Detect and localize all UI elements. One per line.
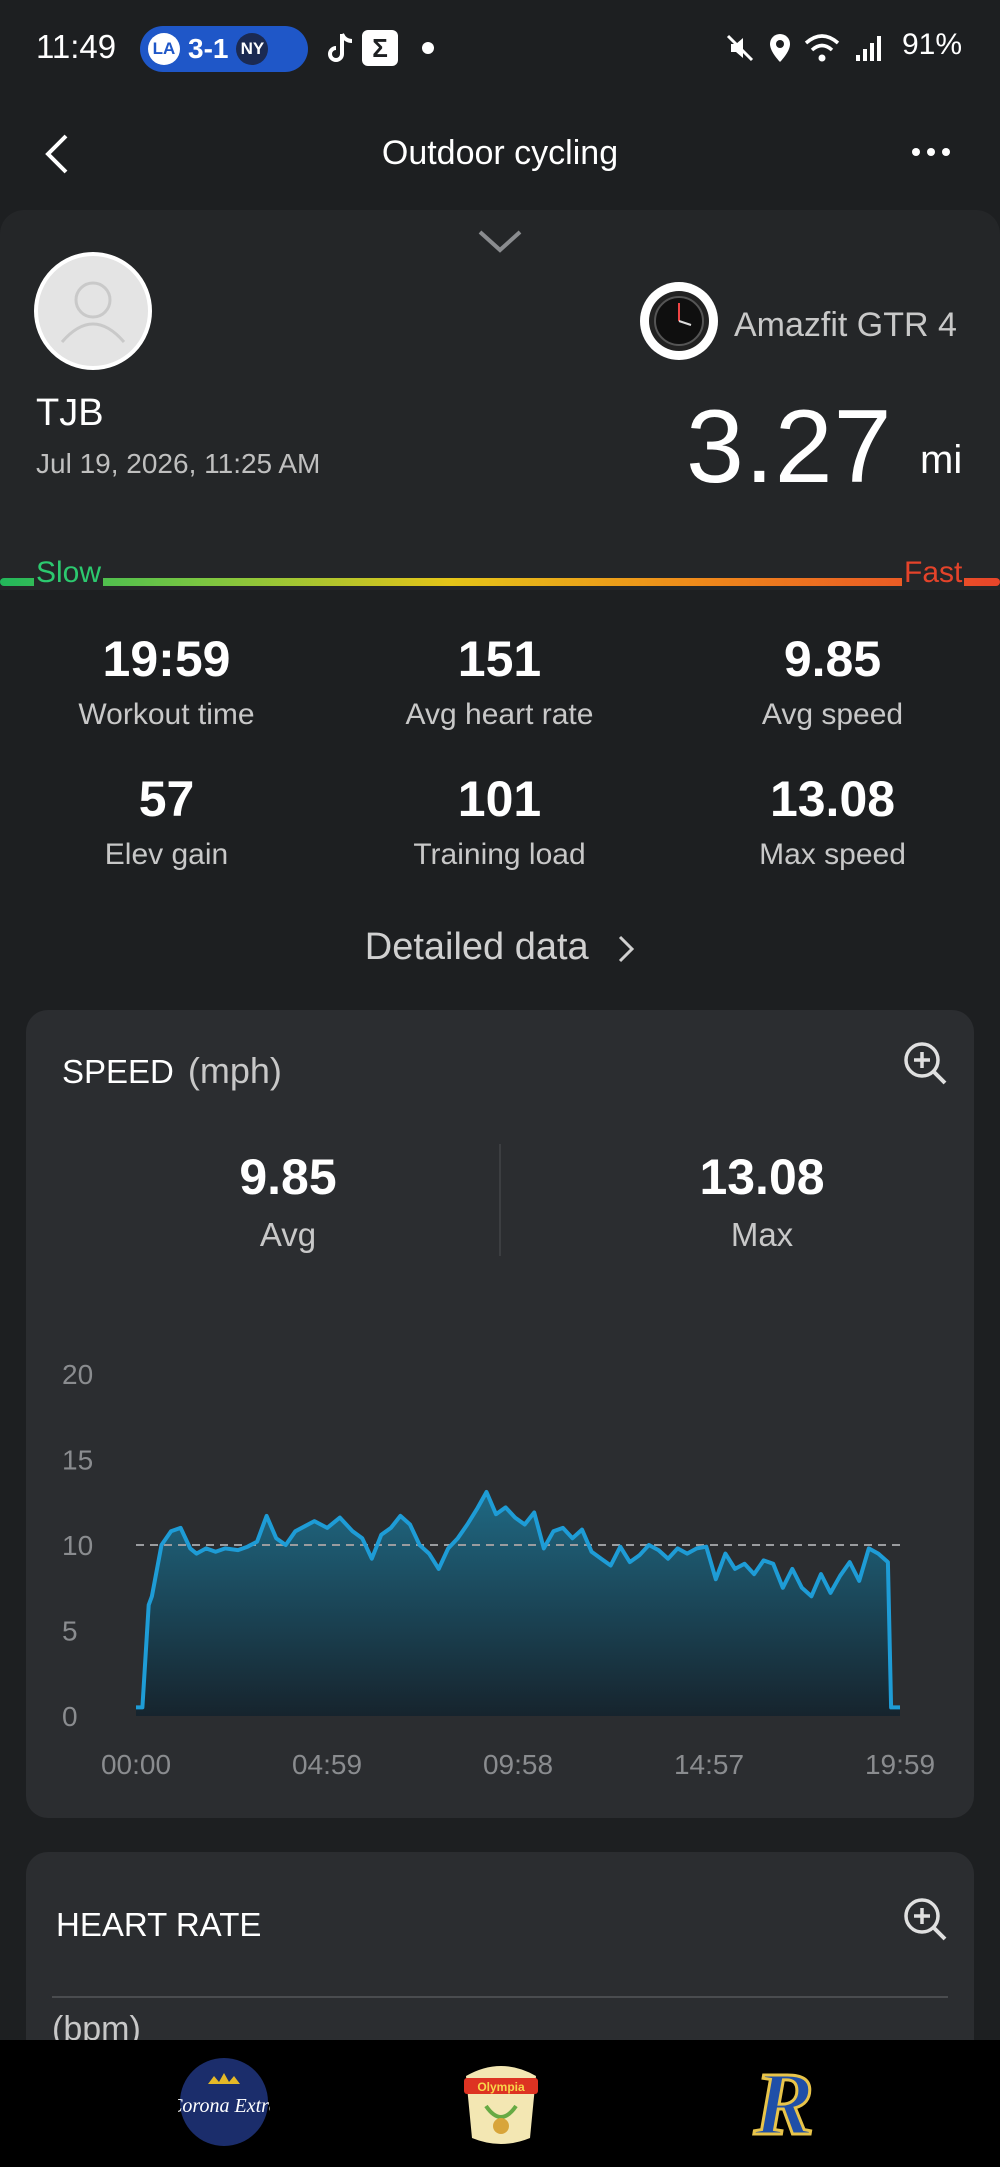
speed-card-title: SPEED (mph): [62, 1050, 282, 1092]
user-name: TJB: [36, 392, 104, 434]
y-tick-label: 5: [62, 1616, 78, 1647]
speed-max: 13.08 Max: [587, 1148, 937, 1254]
detailed-data-label: Detailed data: [364, 926, 589, 968]
ad-banner[interactable]: Corona Extra Olympia R: [0, 2040, 1000, 2167]
user-placeholder-icon: [60, 281, 126, 343]
x-tick-label: 04:59: [292, 1749, 362, 1780]
stat-workout-time: 19:59 Workout time: [0, 630, 333, 732]
speed-avg-label: Avg: [259, 1216, 317, 1253]
speed-chart[interactable]: 0 5 10 15 20 00:00 04:59 09:58 14:57 19:59: [26, 1320, 974, 1790]
stat-avg-speed: 9.85 Avg speed: [666, 630, 999, 732]
stat-max-speed: 13.08 Max speed: [666, 770, 999, 872]
chevron-right-icon: [619, 935, 635, 963]
y-tick-label: 20: [62, 1359, 93, 1390]
stat-value: 13.08: [769, 771, 896, 827]
detailed-data-link[interactable]: Detailed data: [0, 926, 1000, 969]
y-tick-label: 10: [62, 1530, 93, 1561]
x-tick-label: 19:59: [865, 1749, 935, 1780]
workout-date: Jul 19, 2026, 11:25 AM: [36, 448, 321, 479]
notification-dot-icon: [422, 42, 434, 54]
cellular-signal-icon: [852, 30, 888, 66]
zoom-in-icon: [904, 1898, 947, 1941]
distance-value: 3.27: [686, 389, 893, 505]
more-options-button[interactable]: [912, 140, 960, 164]
r-logo-text: R: [753, 2056, 814, 2148]
page-title: Outdoor cycling: [381, 134, 619, 172]
x-tick-label: 09:58: [483, 1749, 553, 1780]
x-tick-label: 00:00: [101, 1749, 171, 1780]
avatar[interactable]: [34, 252, 152, 370]
score-text: 3-1: [188, 33, 229, 64]
speed-avg-value: 9.85: [239, 1149, 337, 1205]
team-logo-away: NY: [236, 33, 269, 65]
speed-area-fill: [136, 1492, 900, 1716]
team-logo-home: LA: [148, 33, 180, 65]
stat-label: Max speed: [759, 838, 906, 871]
pace-fast-label: Fast: [902, 556, 965, 590]
pace-gradient-bar: Slow Fast: [0, 556, 1000, 616]
speed-max-label: Max: [730, 1216, 794, 1253]
stat-value: 151: [457, 631, 542, 687]
pace-slow-label: Slow: [34, 556, 104, 590]
divider: [499, 1144, 501, 1256]
heart-rate-title: HEART RATE: [56, 1906, 262, 1943]
speed-zoom-button[interactable]: [902, 1040, 948, 1086]
corona-logo[interactable]: Corona Extra: [169, 2056, 279, 2148]
more-dots-icon: [912, 148, 920, 156]
stat-label: Avg speed: [761, 698, 904, 731]
divider: [52, 1996, 948, 1998]
stat-value: 101: [457, 771, 542, 827]
heart-rate-zoom-button[interactable]: [902, 1896, 948, 1942]
speed-avg: 9.85 Avg: [113, 1148, 463, 1254]
pace-gradient: [0, 578, 1000, 586]
sigma-app-icon: Σ: [362, 30, 398, 66]
stat-elev-gain: 57 Elev gain: [0, 770, 333, 872]
olympia-logo[interactable]: Olympia: [456, 2056, 546, 2148]
stat-avg-heart-rate: 151 Avg heart rate: [333, 630, 666, 732]
live-score-pill[interactable]: LA 3-1 NY: [140, 26, 308, 72]
collapse-button[interactable]: [476, 228, 524, 254]
workout-summary: TJB Jul 19, 2026, 11:25 AM Amazfit GTR 4…: [0, 210, 1000, 590]
r-logo[interactable]: R: [738, 2054, 830, 2156]
watch-icon: [640, 282, 718, 360]
stat-label: Avg heart rate: [405, 698, 594, 731]
wifi-icon: [804, 30, 840, 66]
clock: 11:49: [36, 28, 117, 65]
speed-unit: (mph): [187, 1050, 282, 1091]
stat-value: 9.85: [783, 631, 882, 687]
corona-logo-text: Corona Extra: [178, 2095, 270, 2117]
y-tick-label: 15: [62, 1445, 93, 1476]
device-name: Amazfit GTR 4: [734, 306, 957, 344]
stat-label: Elev gain: [104, 838, 229, 871]
speed-max-value: 13.08: [699, 1149, 825, 1205]
speed-card: SPEED (mph) 9.85 Avg 13.08 Max 0 5 10 15 20 00…: [26, 1010, 974, 1818]
y-tick-label: 0: [62, 1701, 78, 1732]
olympia-logo-text: Olympia: [477, 2080, 525, 2094]
battery-level: 91%: [902, 28, 963, 61]
stat-training-load: 101 Training load: [333, 770, 666, 872]
tiktok-icon: [322, 30, 358, 66]
stat-value: 19:59: [102, 631, 231, 687]
status-bar: 11:49 LA 3-1 NY Σ 91%: [0, 0, 1000, 96]
location-icon: [762, 30, 798, 66]
stat-label: Training load: [413, 838, 586, 871]
mute-icon: [722, 30, 758, 66]
zoom-in-icon: [904, 1042, 947, 1085]
distance-unit: mi: [920, 438, 963, 482]
stat-value: 57: [138, 771, 195, 827]
app-bar: Outdoor cycling: [0, 100, 1000, 204]
chevron-down-icon: [478, 230, 522, 253]
stat-label: Workout time: [78, 698, 255, 731]
speed-title: SPEED: [62, 1053, 174, 1090]
x-tick-label: 14:57: [674, 1749, 744, 1780]
